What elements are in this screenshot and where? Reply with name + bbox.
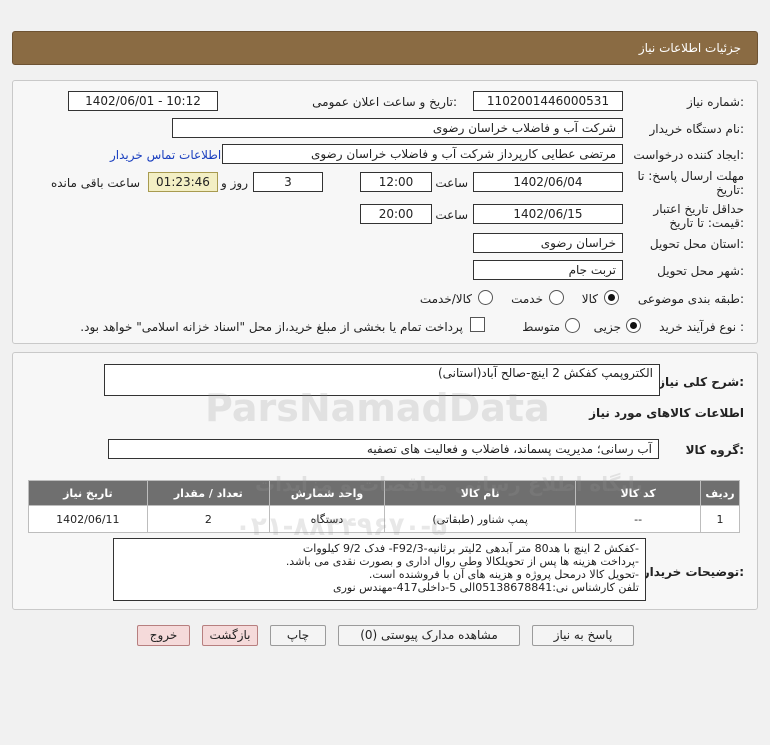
validity-date-field: 1402/06/15	[473, 204, 623, 224]
announce-field: 1402/06/01 - 10:12	[68, 91, 218, 111]
goods-table: ردیف کد کالا نام کالا واحد شمارش تعداد /…	[28, 480, 740, 533]
validity-label-date: قیمت: تا تاریخ:	[669, 216, 744, 230]
col-row: ردیف	[700, 480, 740, 506]
back-button[interactable]: بازگشت	[202, 625, 258, 646]
cell-date: 1402/06/11	[28, 505, 148, 533]
category-option-service: خدمت	[511, 292, 543, 306]
category-label: طبقه بندی موضوعی:	[637, 292, 744, 306]
category-option-goods-service: کالا/خدمت	[419, 292, 472, 306]
process-option-medium: متوسط	[522, 320, 560, 334]
need-number-field: 1102001446000531	[473, 91, 623, 111]
deadline-time-field: 12:00	[360, 172, 432, 192]
creator-label: ایجاد کننده درخواست:	[633, 148, 744, 162]
view-attachments-button[interactable]: مشاهده مدارک پیوستی (0)	[338, 625, 520, 646]
deadline-label: مهلت ارسال پاسخ: تا	[637, 169, 744, 183]
buyer-note-line: -تحویل کالا درمحل پروژه و هزینه های آن ب…	[368, 568, 639, 581]
buyer-note-line: -پرداخت هزینه ها پس از تحویلکالا وطی روا…	[285, 555, 639, 568]
cell-code: --	[575, 505, 701, 533]
buyer-org-label: نام دستگاه خریدار:	[649, 122, 745, 136]
cell-qty: 2	[146, 505, 270, 533]
page-title: جزئیات اطلاعات نیاز	[638, 41, 741, 55]
summary-field: الکتروپمپ کفکش 2 اینچ-صالح آباد(استانی)	[104, 364, 660, 396]
deadline-label-date: تاریخ:	[716, 183, 744, 197]
process-radio-minor[interactable]	[626, 318, 641, 333]
process-radio-medium[interactable]	[565, 318, 580, 333]
table-row: 1 -- پمپ شناور (طبقاتی) دستگاه 2 1402/06…	[28, 505, 740, 533]
cell-name: پمپ شناور (طبقاتی)	[383, 505, 577, 533]
province-field: خراسان رضوی	[473, 233, 623, 253]
validity-time-field: 20:00	[360, 204, 432, 224]
process-label: نوع فرآیند خرید :	[659, 320, 744, 334]
goods-group-field: آب رسانی؛ مدیریت پسماند، فاضلاب و فعالیت…	[108, 439, 659, 459]
category-radio-goods[interactable]	[604, 290, 619, 305]
treasury-payment-note: پرداخت تمام یا بخشی از مبلغ خرید،از محل …	[80, 320, 463, 334]
exit-button[interactable]: خروج	[137, 625, 190, 646]
validity-time-label: ساعت	[435, 208, 468, 222]
summary-label: شرح کلی نیاز:	[658, 375, 744, 389]
creator-field: مرتضی عطایی کارپرداز شرکت آب و فاضلاب خر…	[222, 144, 623, 164]
buyer-notes-box: -کفکش 2 اینچ با هد80 متر آبدهی 2لیتر برث…	[113, 538, 646, 601]
treasury-payment-checkbox[interactable]	[470, 317, 485, 332]
col-qty: تعداد / مقدار	[146, 480, 270, 506]
days-label: روز و	[221, 176, 248, 190]
col-name: نام کالا	[383, 480, 577, 506]
cell-unit: دستگاه	[268, 505, 386, 533]
category-radio-goods-service[interactable]	[478, 290, 493, 305]
col-code: کد کالا	[575, 480, 701, 506]
buyer-notes-label: توضیحات خریدار:	[642, 565, 744, 579]
buyer-contact-link[interactable]: اطلاعات تماس خریدار	[110, 148, 221, 162]
city-label: شهر محل تحویل:	[657, 264, 744, 278]
process-option-minor: جزیی	[593, 320, 621, 334]
category-option-goods: کالا	[581, 292, 598, 306]
province-label: استان محل تحویل:	[649, 237, 744, 251]
buyer-org-field: شرکت آب و فاضلاب خراسان رضوی	[172, 118, 623, 138]
need-number-label: شماره نیاز:	[686, 95, 744, 109]
reply-button[interactable]: پاسخ به نیاز	[532, 625, 634, 646]
print-button[interactable]: چاپ	[270, 625, 326, 646]
col-unit: واحد شمارش	[268, 480, 386, 506]
validity-label: حداقل تاریخ اعتبار	[653, 202, 744, 216]
goods-group-label: گروه کالا:	[685, 443, 744, 457]
goods-section-title: اطلاعات کالاهای مورد نیاز	[589, 406, 744, 420]
deadline-date-field: 1402/06/04	[473, 172, 623, 192]
remaining-label: ساعت باقی مانده	[50, 176, 140, 190]
announce-label: تاریخ و ساعت اعلان عمومی:	[312, 95, 457, 109]
days-field: 3	[253, 172, 323, 192]
col-date: تاریخ نیاز	[28, 480, 148, 506]
category-radio-service[interactable]	[549, 290, 564, 305]
buyer-note-line: تلفن کارشناس نی:05138678841الی 5-داخلی41…	[332, 581, 639, 594]
buyer-note-line: -کفکش 2 اینچ با هد80 متر آبدهی 2لیتر برث…	[302, 542, 639, 555]
remaining-time-badge: 01:23:46	[148, 172, 218, 192]
cell-row: 1	[700, 505, 740, 533]
city-field: تربت جام	[473, 260, 623, 280]
goods-table-header: ردیف کد کالا نام کالا واحد شمارش تعداد /…	[28, 480, 740, 506]
deadline-time-label: ساعت	[435, 176, 468, 190]
page-header: جزئیات اطلاعات نیاز	[12, 31, 758, 65]
